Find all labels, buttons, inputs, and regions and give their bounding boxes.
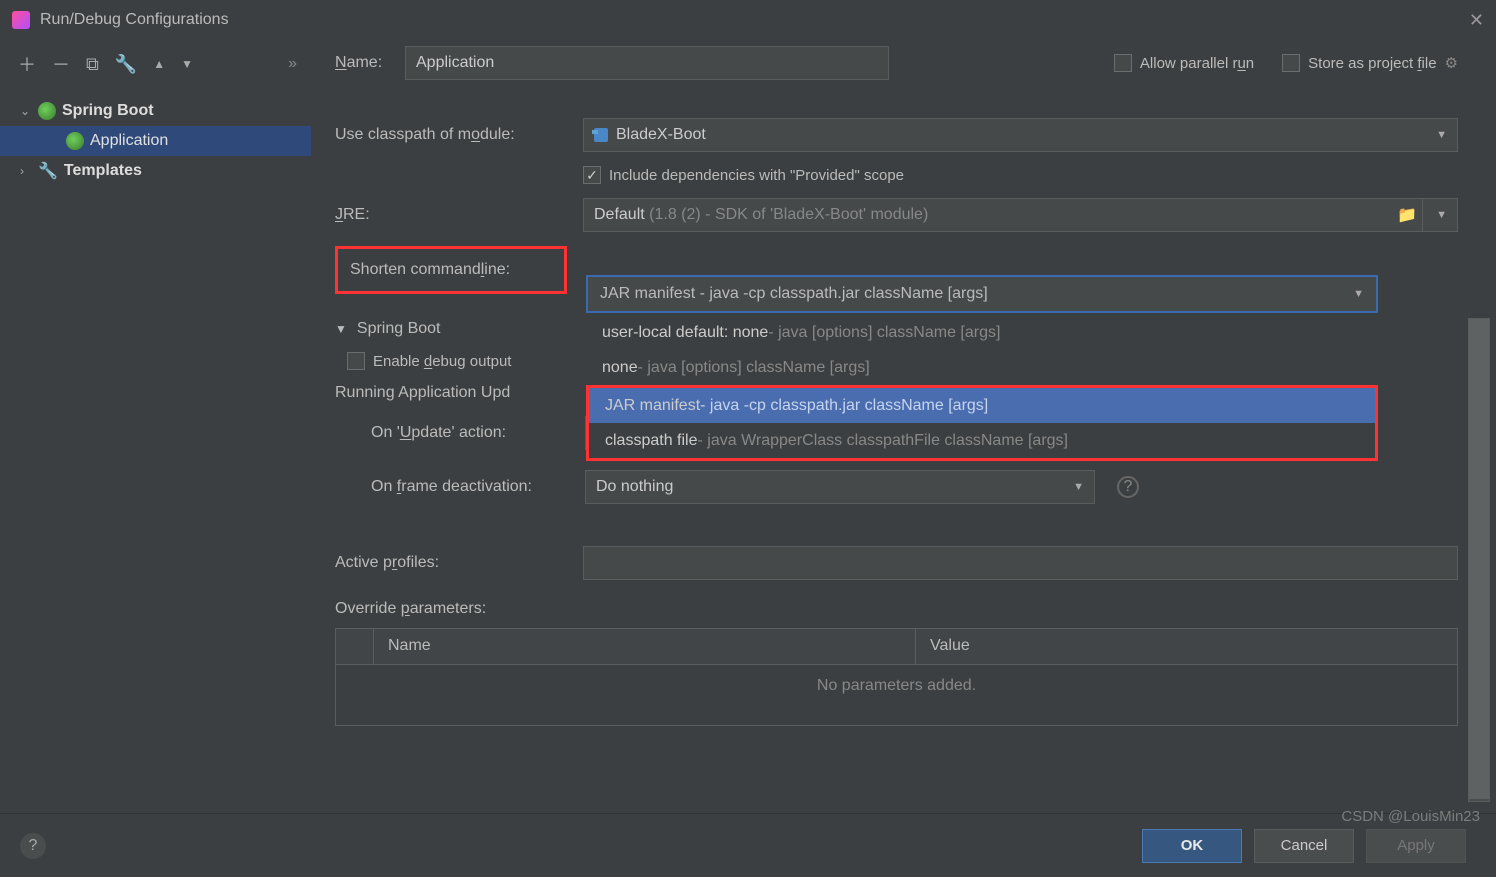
dropdown-list: user-local default: none - java [options…	[586, 315, 1378, 461]
left-pane: ＋ － ⧉ 🔧 ▲ ▼ » ⌄ Spring Boot Application …	[0, 40, 311, 810]
dropdown-option-jar-manifest[interactable]: JAR manifest - java -cp classpath.jar cl…	[589, 388, 1375, 423]
override-label: Override parameters:	[335, 600, 1458, 618]
column-value[interactable]: Value	[916, 629, 1457, 664]
checkbox-icon: ✓	[583, 166, 601, 184]
spring-icon	[38, 102, 56, 120]
chevron-down-icon: ▼	[335, 322, 347, 336]
parameters-table: Name Value No parameters added.	[335, 628, 1458, 726]
footer: ? OK Cancel Apply	[0, 813, 1496, 877]
overflow-icon[interactable]: »	[288, 55, 299, 73]
column-name[interactable]: Name	[374, 629, 916, 664]
wrench-icon: 🔧	[38, 161, 58, 181]
select-value: BladeX-Boot	[616, 126, 706, 144]
help-button[interactable]: ?	[20, 833, 46, 859]
up-icon[interactable]: ▲	[153, 57, 165, 71]
down-icon[interactable]: ▼	[181, 57, 193, 71]
scrollbar[interactable]	[1468, 318, 1490, 802]
chevron-down-icon: ▼	[1436, 129, 1447, 141]
jre-label: JRE:	[335, 206, 583, 224]
table-corner	[336, 629, 374, 664]
tree-label: Templates	[64, 162, 142, 180]
select-value: Do nothing	[596, 478, 673, 496]
gear-icon[interactable]: ⚙	[1445, 54, 1458, 72]
checkbox-label: Enable debug output	[373, 353, 511, 370]
checkbox-label: Include dependencies with "Provided" sco…	[609, 167, 904, 184]
checkbox-label: Store as project file	[1308, 55, 1436, 72]
copy-icon[interactable]: ⧉	[86, 54, 99, 75]
on-frame-label: On frame deactivation:	[335, 478, 585, 496]
chevron-down-icon: ▼	[1436, 209, 1447, 221]
apply-button[interactable]: Apply	[1366, 829, 1466, 863]
window-title: Run/Debug Configurations	[40, 11, 229, 29]
name-label: Name:	[335, 54, 405, 72]
module-icon	[594, 128, 608, 142]
chevron-right-icon: ›	[20, 164, 38, 178]
classpath-select[interactable]: BladeX-Boot ▼	[583, 118, 1458, 152]
allow-parallel-checkbox[interactable]: Allow parallel run	[1114, 54, 1254, 72]
classpath-label: Use classpath of module:	[335, 126, 583, 144]
remove-icon[interactable]: －	[52, 51, 70, 77]
shorten-select[interactable]: JAR manifest - java -cp classpath.jar cl…	[586, 275, 1378, 313]
browse-icon[interactable]: 📁	[1397, 205, 1417, 225]
section-title: Spring Boot	[357, 320, 441, 338]
chevron-down-icon: ▼	[1073, 481, 1084, 493]
tree-label: Spring Boot	[62, 102, 154, 120]
name-input[interactable]: Application	[405, 46, 889, 80]
add-icon[interactable]: ＋	[18, 51, 36, 77]
shorten-label: Shorten command line:	[335, 246, 567, 294]
active-profiles-input[interactable]	[583, 546, 1458, 580]
spring-icon	[66, 132, 84, 150]
tree-node-templates[interactable]: › 🔧 Templates	[12, 156, 311, 186]
dropdown-option-user-local[interactable]: user-local default: none - java [options…	[586, 315, 1378, 350]
store-as-project-checkbox[interactable]: Store as project file	[1282, 54, 1436, 72]
select-value: Default (1.8 (2) - SDK of 'BladeX-Boot' …	[594, 206, 928, 224]
app-icon	[12, 11, 30, 29]
config-tree: ⌄ Spring Boot Application › 🔧 Templates	[12, 96, 311, 186]
checkbox-icon	[1114, 54, 1132, 72]
checkbox-icon	[347, 352, 365, 370]
jre-select[interactable]: Default (1.8 (2) - SDK of 'BladeX-Boot' …	[583, 198, 1458, 232]
help-icon[interactable]: ?	[1117, 476, 1139, 498]
cancel-button[interactable]: Cancel	[1254, 829, 1354, 863]
wrench-icon[interactable]: 🔧	[115, 54, 137, 75]
watermark: CSDN @LouisMin23	[1341, 808, 1480, 825]
config-toolbar: ＋ － ⧉ 🔧 ▲ ▼ »	[12, 46, 311, 82]
tree-label: Application	[90, 132, 168, 150]
chevron-down-icon: ⌄	[20, 104, 38, 118]
shorten-dropdown: JAR manifest - java -cp classpath.jar cl…	[586, 275, 1378, 461]
checkbox-label: Allow parallel run	[1140, 55, 1254, 72]
title-bar: Run/Debug Configurations ✕	[0, 0, 1496, 40]
tree-node-application[interactable]: Application	[0, 126, 311, 156]
dropdown-option-none[interactable]: none - java [options] className [args]	[586, 350, 1378, 385]
select-value: JAR manifest - java -cp classpath.jar cl…	[600, 285, 988, 303]
ok-button[interactable]: OK	[1142, 829, 1242, 863]
close-icon[interactable]: ✕	[1469, 10, 1484, 31]
on-update-label: On 'Update' action:	[335, 424, 585, 442]
table-placeholder: No parameters added.	[817, 677, 976, 695]
checkbox-icon	[1282, 54, 1300, 72]
active-profiles-label: Active profiles:	[335, 554, 583, 572]
tree-node-spring-boot[interactable]: ⌄ Spring Boot	[12, 96, 311, 126]
chevron-down-icon: ▼	[1353, 288, 1364, 300]
on-frame-select[interactable]: Do nothing ▼	[585, 470, 1095, 504]
scrollbar-thumb[interactable]	[1469, 319, 1489, 799]
include-deps-checkbox[interactable]: ✓ Include dependencies with "Provided" s…	[583, 166, 1458, 184]
dropdown-option-classpath-file[interactable]: classpath file - java WrapperClass class…	[589, 423, 1375, 458]
